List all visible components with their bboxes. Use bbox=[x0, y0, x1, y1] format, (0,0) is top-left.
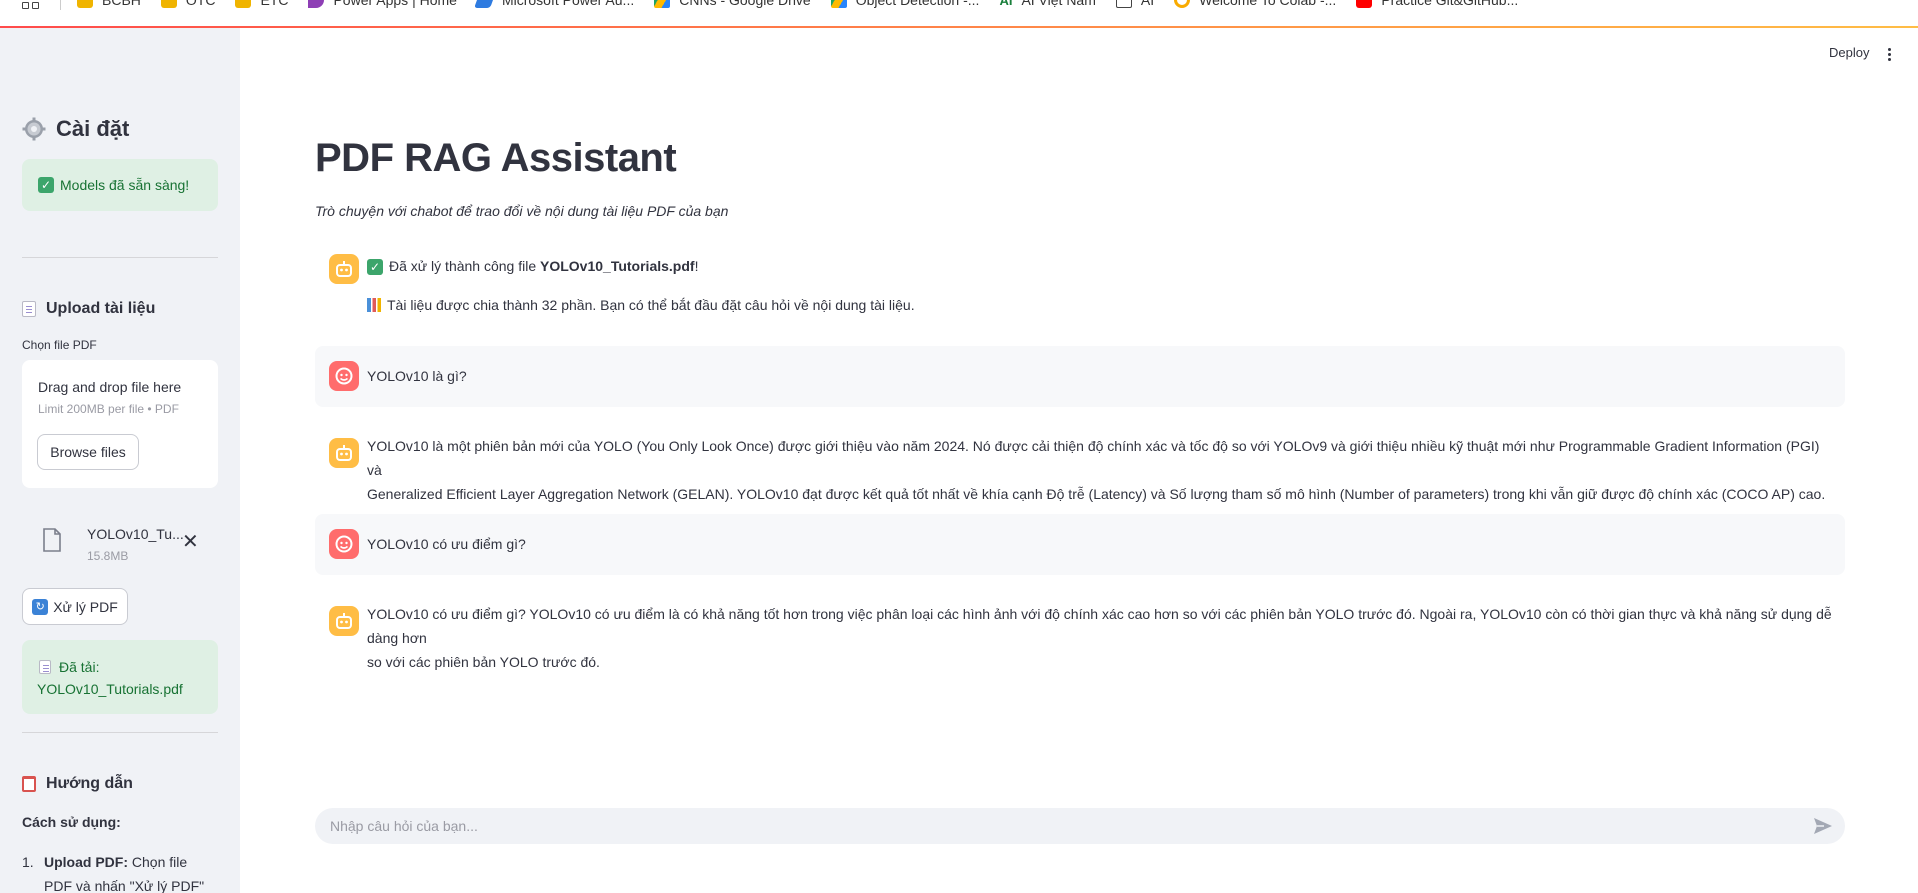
colab-icon bbox=[1174, 0, 1191, 8]
bookmark-ai[interactable]: AI bbox=[1115, 0, 1154, 8]
list-item: 1. Upload PDF: Chọn file PDF và nhấn "Xử… bbox=[22, 854, 205, 893]
upload-heading: Upload tài liệu bbox=[22, 300, 155, 318]
assistant-message: YOLOv10 là một phiên bản mới của YOLO (Y… bbox=[315, 430, 1845, 502]
bookmark-ai-vietnam[interactable]: AI AI Việt Nam bbox=[999, 0, 1095, 8]
dropzone-limit: Limit 200MB per file • PDF bbox=[38, 402, 179, 416]
google-drive-icon bbox=[830, 0, 847, 8]
sidebar: Cài đặt ✓ Models đã sẵn sàng! Upload tài… bbox=[0, 28, 240, 893]
message-line: YOLOv10 là một phiên bản mới của YOLO (Y… bbox=[367, 438, 1820, 478]
page-title: PDF RAG Assistant bbox=[315, 136, 677, 180]
bookmark-git-practice[interactable]: Practice Git&GitHub... bbox=[1356, 0, 1518, 8]
ai-vietnam-icon: AI bbox=[999, 0, 1013, 8]
folder-icon bbox=[235, 0, 252, 8]
chat-input[interactable] bbox=[330, 808, 1790, 844]
assistant-message: ✓ Đã xử lý thành công file YOLOv10_Tutori… bbox=[315, 246, 1845, 322]
assistant-message: YOLOv10 có ưu điểm gì? YOLOv10 có ưu điể… bbox=[315, 598, 1845, 670]
message-line: so với các phiên bản YOLO trước đó. bbox=[367, 654, 600, 670]
gear-icon bbox=[22, 117, 46, 141]
check-icon: ✓ bbox=[367, 259, 383, 275]
file-icon bbox=[43, 528, 61, 552]
apps-grid-icon[interactable] bbox=[22, 0, 40, 9]
check-icon: ✓ bbox=[38, 177, 54, 193]
sidebar-divider bbox=[22, 732, 218, 733]
chat-input-container bbox=[315, 808, 1845, 844]
message-line: ✓ Đã xử lý thành công file YOLOv10_Tutori… bbox=[367, 254, 1837, 278]
usage-heading: Cách sử dụng: bbox=[22, 814, 121, 830]
bookmark-power-apps[interactable]: Power Apps | Home bbox=[308, 0, 457, 8]
dropzone-title: Drag and drop file here bbox=[38, 379, 182, 395]
bookmark-power-automate[interactable]: Microsoft Power Au... bbox=[474, 0, 634, 8]
send-icon[interactable] bbox=[1813, 817, 1833, 835]
user-message-text: YOLOv10 là gì? bbox=[367, 368, 467, 384]
clipboard-icon bbox=[22, 776, 36, 792]
assistant-avatar-icon bbox=[329, 438, 359, 468]
bookmarks-separator bbox=[60, 0, 61, 10]
user-avatar-icon bbox=[329, 529, 359, 559]
page-icon bbox=[1115, 0, 1132, 8]
uploaded-file-item: YOLOv10_Tu... 15.8MB ✕ bbox=[22, 518, 218, 570]
models-status-alert: ✓ Models đã sẵn sàng! bbox=[22, 159, 218, 211]
folder-icon bbox=[77, 0, 93, 8]
bookmark-etc[interactable]: ETC bbox=[235, 0, 288, 8]
bookmark-bcbh[interactable]: BCBH bbox=[77, 0, 141, 8]
deploy-button[interactable]: Deploy bbox=[1829, 45, 1869, 60]
assistant-avatar-icon bbox=[329, 606, 359, 636]
uploaded-file-size: 15.8MB bbox=[87, 549, 129, 563]
process-pdf-button[interactable]: ↻ Xử lý PDF bbox=[22, 588, 128, 625]
message-line: Tài liệu được chia thành 32 phần. Bạn có… bbox=[367, 293, 1837, 317]
usage-steps-list: 1. Upload PDF: Chọn file PDF và nhấn "Xử… bbox=[22, 850, 218, 893]
browse-files-button[interactable]: Browse files bbox=[37, 434, 139, 470]
guide-heading: Hướng dẫn bbox=[22, 775, 133, 793]
remove-file-icon[interactable]: ✕ bbox=[182, 532, 199, 552]
user-message: YOLOv10 là gì? bbox=[315, 346, 1845, 407]
message-line: Generalized Efficient Layer Aggregation … bbox=[367, 486, 1826, 502]
google-drive-icon bbox=[654, 0, 671, 8]
power-automate-icon bbox=[474, 0, 496, 8]
power-apps-icon bbox=[308, 0, 325, 8]
user-message: YOLOv10 có ưu điểm gì? bbox=[315, 514, 1845, 575]
uploaded-file-name: YOLOv10_Tu... bbox=[87, 526, 184, 542]
app-top-accent bbox=[0, 26, 1918, 28]
page-subtitle: Trò chuyện với chabot để trao đổi về nội… bbox=[315, 203, 729, 219]
refresh-icon: ↻ bbox=[32, 598, 49, 615]
document-icon bbox=[39, 660, 51, 674]
folder-icon bbox=[160, 0, 177, 8]
document-icon bbox=[22, 301, 36, 317]
bookmark-otc[interactable]: OTC bbox=[160, 0, 215, 8]
sidebar-divider bbox=[22, 257, 218, 258]
loaded-file-alert: Đã tải: YOLOv10_Tutorials.pdf bbox=[22, 640, 218, 714]
message-line: YOLOv10 có ưu điểm gì? YOLOv10 có ưu điể… bbox=[367, 606, 1832, 646]
sidebar-title: Cài đặt bbox=[22, 116, 129, 142]
bookmark-colab[interactable]: Welcome To Colab -... bbox=[1174, 0, 1336, 8]
assistant-avatar-icon bbox=[329, 254, 359, 284]
loaded-file-name: YOLOv10_Tutorials.pdf bbox=[37, 681, 183, 697]
user-avatar-icon bbox=[329, 361, 359, 391]
youtube-icon bbox=[1356, 0, 1373, 8]
bookmark-object-detection[interactable]: Object Detection -... bbox=[830, 0, 979, 8]
bookmark-cnns-drive[interactable]: CNNs - Google Drive bbox=[654, 0, 811, 8]
more-options-icon[interactable] bbox=[1888, 48, 1892, 63]
bar-chart-icon bbox=[367, 298, 381, 312]
file-uploader-label: Chọn file PDF bbox=[22, 338, 97, 352]
bookmarks-bar: BCBH OTC ETC Power Apps | Home Microsoft… bbox=[0, 0, 1918, 26]
user-message-text: YOLOv10 có ưu điểm gì? bbox=[367, 536, 526, 552]
file-dropzone[interactable]: Drag and drop file here Limit 200MB per … bbox=[22, 360, 218, 488]
